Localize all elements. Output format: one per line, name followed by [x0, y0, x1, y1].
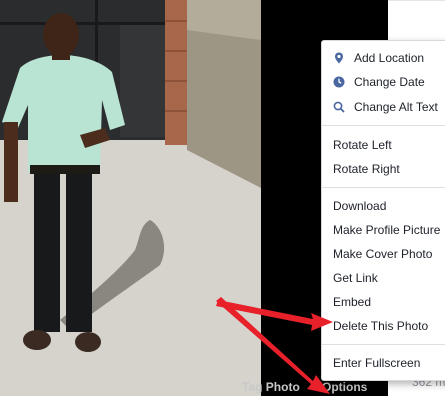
menu-item-get-link[interactable]: Get Link	[322, 267, 445, 289]
menu-item-delete-this-photo[interactable]: Delete This Photo	[322, 315, 445, 337]
menu-item-change-alt-text[interactable]: Change Alt Text	[322, 96, 445, 118]
menu-item-embed[interactable]: Embed	[322, 291, 445, 313]
menu-item-label: Change Alt Text	[354, 100, 438, 114]
photo[interactable]	[0, 0, 261, 396]
menu-item-label: Rotate Left	[333, 138, 392, 152]
options-menu: Add Location Change Date Change Alt Text…	[321, 40, 445, 381]
menu-item-label: Make Profile Picture	[333, 223, 441, 237]
tag-photo-button[interactable]: Tag Photo	[242, 380, 300, 394]
magnifier-icon	[333, 101, 345, 113]
menu-item-rotate-right[interactable]: Rotate Right	[322, 158, 445, 180]
menu-item-label: Enter Fullscreen	[333, 356, 421, 370]
menu-item-label: Add Location	[354, 51, 425, 65]
menu-separator	[322, 344, 445, 345]
menu-item-label: Download	[333, 199, 387, 213]
photo-image	[0, 0, 261, 396]
menu-item-label: Rotate Right	[333, 162, 400, 176]
menu-item-label: Delete This Photo	[333, 319, 429, 333]
menu-item-label: Embed	[333, 295, 372, 309]
clock-icon	[333, 76, 345, 88]
menu-item-enter-fullscreen[interactable]: Enter Fullscreen	[322, 352, 445, 374]
menu-item-change-date[interactable]: Change Date	[322, 71, 445, 93]
menu-item-make-cover-photo[interactable]: Make Cover Photo	[322, 243, 445, 265]
menu-item-label: Make Cover Photo	[333, 247, 433, 261]
menu-item-add-location[interactable]: Add Location	[322, 47, 445, 69]
location-pin-icon	[335, 52, 343, 64]
menu-item-rotate-left[interactable]: Rotate Left	[322, 134, 445, 156]
menu-item-label: Get Link	[333, 271, 378, 285]
sidebar-divider	[388, 0, 445, 1]
options-button[interactable]: Options	[322, 380, 367, 394]
menu-separator	[322, 125, 445, 126]
menu-item-download[interactable]: Download	[322, 195, 445, 217]
photo-viewer-screen: Tag Photo Options 362 m Add Location Cha…	[0, 0, 445, 396]
menu-item-make-profile-picture[interactable]: Make Profile Picture	[322, 219, 445, 241]
menu-separator	[322, 187, 445, 188]
menu-item-label: Change Date	[354, 75, 425, 89]
